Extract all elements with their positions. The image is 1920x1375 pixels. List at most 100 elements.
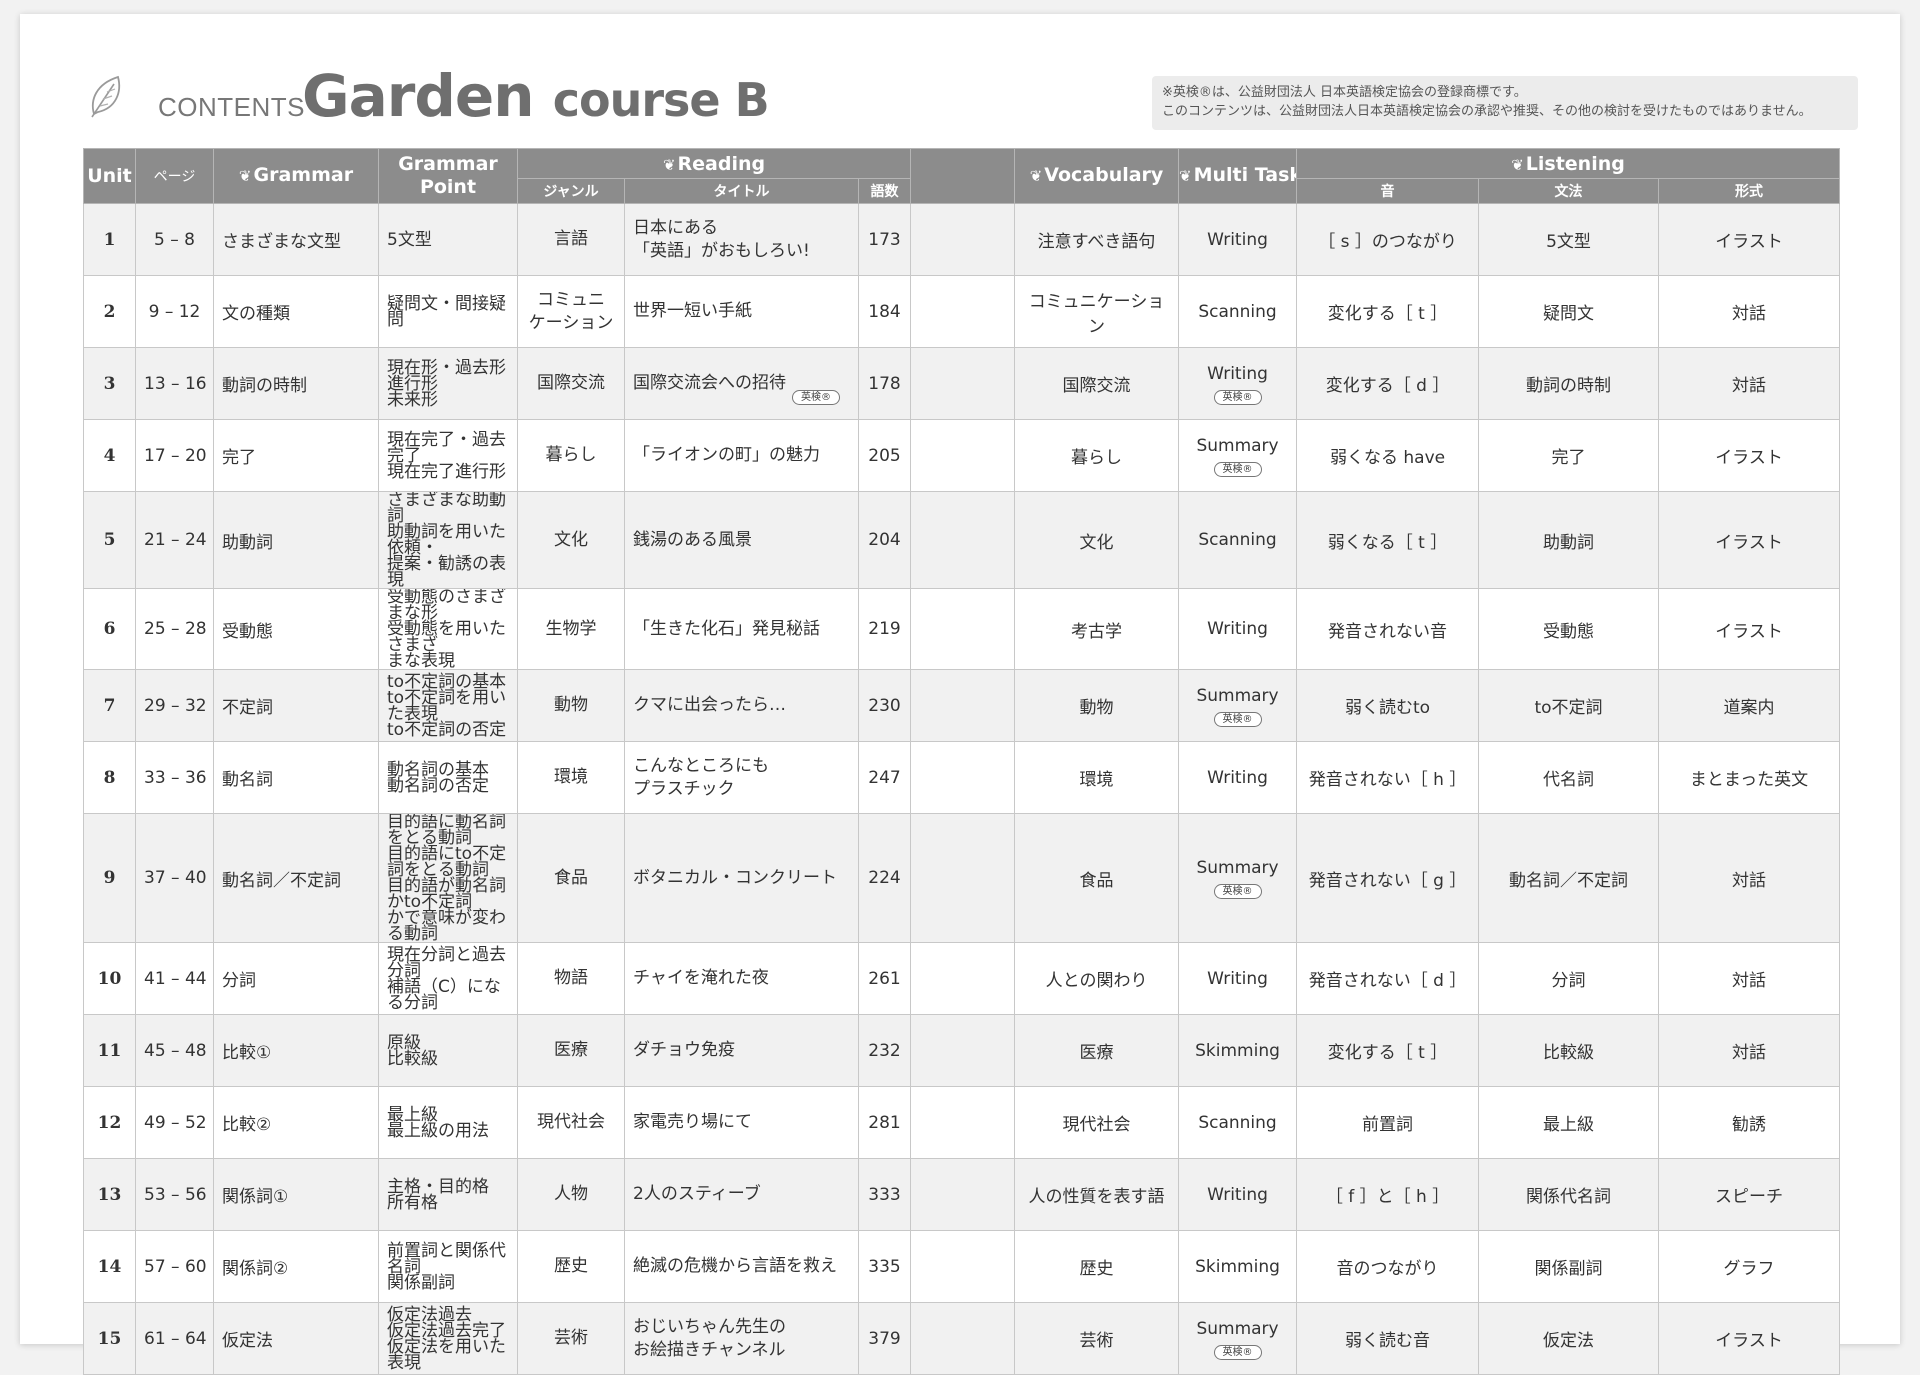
multi-task: Summary 英検® [1178, 669, 1298, 742]
page-range: 25 – 28 [135, 588, 214, 670]
genre-line: 環境 [554, 767, 588, 787]
leaf-icon [91, 75, 120, 118]
grammar-point: 疑問文・間接疑問 [378, 275, 518, 348]
grammar-topic: 動詞の時制 [213, 347, 379, 420]
col-genre: ジャンル [517, 178, 625, 204]
title-line: ボタニカル・コンクリート [633, 867, 837, 888]
leaf-icon: ❦ [238, 167, 252, 185]
word-count: 281 [857, 1086, 912, 1159]
grammar-topic: 動名詞／不定詞 [213, 813, 379, 943]
blank-cell [910, 1014, 1016, 1087]
unit-number: 10 [83, 942, 136, 1015]
reading-genre: 歴史 [517, 1230, 625, 1303]
task-label: Summary [1196, 858, 1279, 878]
blank-cell [910, 588, 1016, 670]
unit-number: 6 [83, 588, 136, 670]
grammar-point-line: 所有格 [387, 1192, 438, 1213]
reading-genre: 芸術 [517, 1302, 625, 1375]
grammar-point-line: 前置詞と関係代名詞 [387, 1240, 506, 1277]
reading-title: ボタニカル・コンクリート [624, 813, 859, 943]
listening-sound: 発音されない［ h ］ [1296, 741, 1480, 814]
multi-task: Writing [1178, 1158, 1298, 1231]
grammar-point: 主格・目的格 所有格 [378, 1158, 518, 1231]
word-count: 219 [857, 588, 912, 670]
listening-format: イラスト [1658, 419, 1841, 492]
col-listening: ❦ Listening [1296, 148, 1841, 179]
col-vocabulary-label: Vocabulary [1044, 164, 1164, 186]
grammar-point-line: 目的語に動名詞をとる動詞 [387, 813, 506, 848]
grammar-point: 現在形・過去形 進行形 未来形 [378, 347, 518, 420]
col-reading: ❦ Reading [516, 148, 912, 179]
page-range: 17 – 20 [135, 419, 214, 492]
vocabulary-topic: 注意すべき語句 [1014, 203, 1180, 276]
listening-sound: 弱くなる have [1296, 419, 1480, 492]
course-title: Garden course B [302, 62, 770, 130]
page-range: 33 – 36 [135, 741, 214, 814]
title-line: クマに出会ったら… [633, 695, 786, 715]
listening-grammar: 代名詞 [1478, 741, 1660, 814]
reading-genre: 医療 [517, 1014, 625, 1087]
grammar-point: 目的語に動名詞をとる動詞 目的語にto不定詞をとる動詞 目的語が動名詞かto不定詞か… [378, 813, 518, 943]
grammar-point-line: 現在分詞と過去分詞 [387, 944, 506, 981]
vocabulary-topic: 文化 [1014, 491, 1180, 589]
blank-cell [910, 1158, 1016, 1231]
multi-task: Writing [1178, 203, 1298, 276]
reading-title: おじいちゃん先生の お絵描きチャンネル [624, 1302, 859, 1375]
table-row: 15 – 8 さまざまな文型 5文型 言語 日本にある 「英語」がおもしろい! 173 注意す… [83, 203, 1841, 276]
listening-grammar: 助動詞 [1478, 491, 1660, 589]
word-count: 205 [857, 419, 912, 492]
listening-grammar: 関係副詞 [1478, 1230, 1660, 1303]
reading-title: 「生きた化石」発見秘話 [624, 588, 859, 670]
blank-cell [910, 203, 1016, 276]
multi-task: Skimming [1178, 1014, 1298, 1087]
unit-number: 2 [83, 275, 136, 348]
listening-format: イラスト [1658, 203, 1841, 276]
col-listening-grammar: 文法 [1478, 178, 1660, 204]
listening-format: グラフ [1658, 1230, 1841, 1303]
title-line: 家電売り場にて [633, 1112, 752, 1132]
grammar-point-line: 目的語が動名詞かto不定詞 [387, 876, 506, 912]
genre-line: 動物 [554, 695, 588, 715]
grammar-point-line: 最上級の用法 [387, 1120, 489, 1141]
genre-line: 歴史 [554, 1256, 588, 1276]
unit-number: 4 [83, 419, 136, 492]
unit-number: 8 [83, 741, 136, 814]
page-range: 5 – 8 [135, 203, 214, 276]
unit-number: 5 [83, 491, 136, 589]
task-label: Summary [1196, 435, 1279, 456]
col-grammar: ❦ Grammar [213, 148, 379, 204]
genre-line: 人物 [554, 1184, 588, 1204]
vocabulary-topic: 人の性質を表す語 [1014, 1158, 1180, 1231]
grammar-point-line: 現在完了・過去完了 [387, 429, 506, 466]
task-label: Scanning [1198, 530, 1277, 550]
grammar-topic: 分詞 [213, 942, 379, 1015]
reading-genre: 国際交流 [517, 347, 625, 420]
table-row: 13 53 – 56 関係詞① 主格・目的格 所有格 人物 2人のスティーブ 333 人の性質を… [83, 1158, 1841, 1231]
notice-line-1: ※英検®は、公益財団法人 日本英語検定協会の登録商標です。 [1162, 85, 1527, 100]
blank-cell [910, 275, 1016, 348]
multi-task: Writing [1178, 942, 1298, 1015]
reading-title: 絶滅の危機から言語を救え [624, 1230, 859, 1303]
task-label: Scanning [1198, 301, 1277, 322]
title-line: プラスチック [633, 778, 735, 799]
genre-line: 国際交流 [537, 373, 605, 393]
leaf-icon: ❦ [1029, 167, 1043, 185]
multi-task: Scanning [1178, 1086, 1298, 1159]
word-count: 173 [857, 203, 912, 276]
listening-format: 勧誘 [1658, 1086, 1841, 1159]
listening-format: 対話 [1658, 347, 1841, 420]
task-label: Scanning [1198, 1112, 1277, 1133]
listening-format: 対話 [1658, 1014, 1841, 1087]
reading-title: こんなところにも プラスチック [624, 741, 859, 814]
grammar-topic: 仮定法 [213, 1302, 379, 1375]
grammar-point-line: 未来形 [387, 389, 438, 410]
grammar-point: 仮定法過去 仮定法過去完了 仮定法を用いた表現 [378, 1302, 518, 1375]
reading-title: 家電売り場にて [624, 1086, 859, 1159]
multi-task: Summary 英検® [1178, 419, 1298, 492]
eiken-badge: 英検® [1213, 884, 1262, 899]
col-grammar-label: Grammar [253, 164, 354, 186]
listening-sound: ［ f ］と［ h ］ [1296, 1158, 1480, 1231]
grammar-point: さまざまな助動詞 助動詞を用いた依頼・ 提案・勧誘の表現 [378, 491, 518, 589]
grammar-topic: 比較② [213, 1086, 379, 1159]
page-range: 9 – 12 [135, 275, 214, 348]
